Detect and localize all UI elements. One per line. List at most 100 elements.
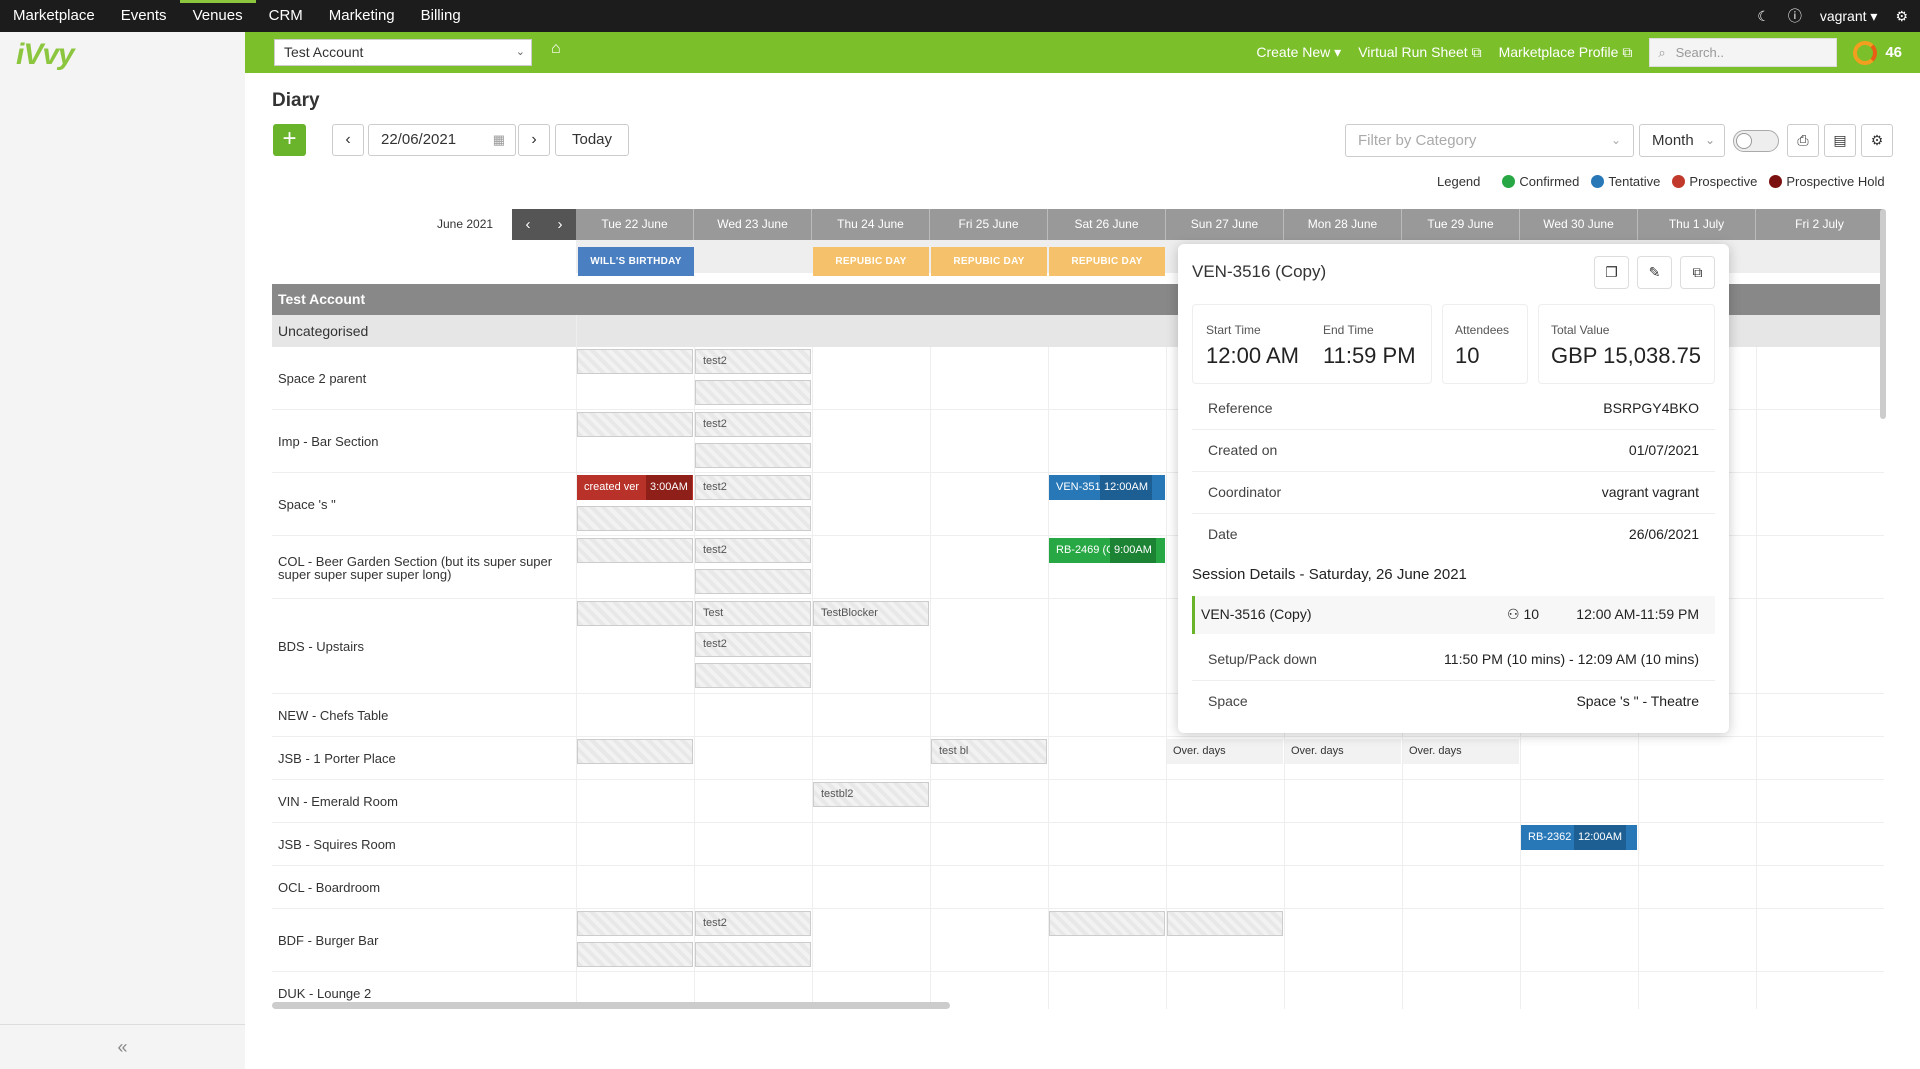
virtual-run-sheet-link[interactable]: Virtual Run Sheet ⧉ <box>1358 44 1481 61</box>
blocker[interactable] <box>577 911 693 936</box>
legend-item: Confirmed <box>1502 174 1579 189</box>
session-row[interactable]: VEN-3516 (Copy) ⚇ 10 12:00 AM-11:59 PM <box>1192 596 1715 634</box>
blocker[interactable] <box>577 506 693 531</box>
user-menu[interactable]: vagrant ▾ <box>1820 8 1878 25</box>
blocker[interactable]: testbl2 <box>813 782 929 807</box>
print-button[interactable]: ⎙ <box>1787 124 1819 157</box>
space-label[interactable]: COL - Beer Garden Section (but its super… <box>278 555 568 581</box>
prev-date-button[interactable]: ‹ <box>332 124 364 156</box>
nav-crm[interactable]: CRM <box>256 0 316 32</box>
blocker[interactable] <box>577 942 693 967</box>
create-new-menu[interactable]: Create New ▾ <box>1256 44 1341 61</box>
event-block[interactable]: created ver 3:00AM <box>577 475 693 500</box>
time-card: Start Time 12:00 AM End Time 11:59 PM <box>1192 304 1432 384</box>
view-toggle[interactable] <box>1733 130 1779 152</box>
edit-button[interactable]: ✎ <box>1637 256 1672 289</box>
external-link-icon: ⧉ <box>1471 44 1482 60</box>
blocker[interactable] <box>695 942 811 967</box>
blocker[interactable]: TestBlocker <box>813 601 929 626</box>
space-label[interactable]: NEW - Chefs Table <box>278 709 568 722</box>
holiday-badge[interactable]: WILL'S BIRTHDAY <box>578 247 694 276</box>
detail-value: vagrant vagrant <box>1601 484 1699 500</box>
copy-button[interactable]: ❐ <box>1594 256 1629 289</box>
chevron-left-icon[interactable]: ‹ <box>526 216 531 233</box>
blocker[interactable] <box>695 380 811 405</box>
blocker[interactable] <box>695 663 811 688</box>
moon-icon[interactable]: ☾ <box>1757 8 1770 25</box>
logo[interactable]: iVvy <box>16 38 75 72</box>
event-time: 12:00AM <box>1100 475 1153 500</box>
settings-button[interactable]: ⚙ <box>1861 124 1893 157</box>
blocker[interactable] <box>577 601 693 626</box>
space-label[interactable]: Imp - Bar Section <box>278 435 568 448</box>
category-filter[interactable]: Filter by Category ⌄ <box>1345 124 1634 157</box>
blocker[interactable]: test2 <box>695 538 811 563</box>
space-label[interactable]: DUK - Lounge 2 <box>278 987 568 1000</box>
open-external-button[interactable]: ⧉ <box>1680 256 1715 289</box>
nav-events[interactable]: Events <box>108 0 180 32</box>
info-icon[interactable]: ⓘ <box>1788 6 1802 26</box>
blocker[interactable] <box>577 538 693 563</box>
blocker[interactable] <box>1049 911 1165 936</box>
view-select[interactable]: Month ⌄ <box>1639 124 1725 157</box>
detail-row: Date 26/06/2021 <box>1192 514 1715 556</box>
day-header: Fri 2 July <box>1756 209 1884 240</box>
vertical-scrollbar[interactable] <box>1880 209 1886 419</box>
space-label[interactable]: Space 's " <box>278 498 568 511</box>
account-select[interactable]: Test Account ⌄ <box>274 39 532 66</box>
progress-badge[interactable]: 46 <box>1853 40 1902 65</box>
date-input[interactable]: 22/06/2021 ▦ <box>368 124 516 156</box>
space-label[interactable]: JSB - 1 Porter Place <box>278 752 568 765</box>
blocker[interactable] <box>695 506 811 531</box>
legend-label: Legend <box>1437 174 1481 189</box>
start-time-value: 12:00 AM <box>1206 343 1299 368</box>
holiday-badge[interactable]: REPUBIC DAY <box>1049 247 1165 276</box>
legend-item-label: Tentative <box>1608 174 1661 189</box>
space-label[interactable]: VIN - Emerald Room <box>278 795 568 808</box>
collapse-sidebar-button[interactable]: « <box>0 1024 245 1069</box>
holiday-badge[interactable]: REPUBIC DAY <box>813 247 929 276</box>
blocker[interactable] <box>695 443 811 468</box>
next-date-button[interactable]: › <box>518 124 550 156</box>
blocker[interactable]: test2 <box>695 911 811 936</box>
blocker[interactable]: test2 <box>695 475 811 500</box>
diary-toolbar: + ‹ 22/06/2021 ▦ › Today Filter by Catego… <box>273 124 1893 157</box>
space-label[interactable]: BDF - Burger Bar <box>278 934 568 947</box>
nav-marketplace[interactable]: Marketplace <box>0 0 108 32</box>
view-select-value: Month <box>1652 132 1694 149</box>
attendees-value: 10 <box>1455 343 1480 368</box>
blocker[interactable]: test2 <box>695 349 811 374</box>
gear-icon[interactable]: ⚙ <box>1895 8 1908 25</box>
marketplace-profile-link[interactable]: Marketplace Profile ⧉ <box>1499 44 1633 61</box>
blocker[interactable]: test bl <box>931 739 1047 764</box>
blocker[interactable]: test2 <box>695 632 811 657</box>
blocker[interactable]: Test <box>695 601 811 626</box>
holiday-badge[interactable]: REPUBIC DAY <box>931 247 1047 276</box>
nav-venues[interactable]: Venues <box>179 0 256 32</box>
event-block[interactable]: RB-2469 (Copy)9:00AM <box>1049 538 1165 563</box>
horizontal-scrollbar[interactable] <box>272 1002 950 1009</box>
home-icon[interactable]: ⌂ <box>551 40 561 58</box>
space-label[interactable]: Space 2 parent <box>278 372 568 385</box>
nav-billing[interactable]: Billing <box>408 0 474 32</box>
blocker[interactable] <box>577 412 693 437</box>
blocker[interactable] <box>1167 911 1283 936</box>
today-button[interactable]: Today <box>555 124 629 156</box>
blocker[interactable]: test2 <box>695 412 811 437</box>
external-link-icon: ⧉ <box>1692 264 1703 280</box>
space-row: JSB - Squires Room <box>272 823 1884 866</box>
blocker[interactable] <box>577 739 693 764</box>
space-label[interactable]: OCL - Boardroom <box>278 881 568 894</box>
search-input[interactable]: ⌕ Search.. <box>1649 38 1838 67</box>
event-block[interactable]: VEN-3516 (Copy)12:00AM <box>1049 475 1165 500</box>
add-button[interactable]: + <box>273 124 306 156</box>
blocker[interactable] <box>695 569 811 594</box>
export-button[interactable]: ▤ <box>1824 124 1856 157</box>
space-label[interactable]: JSB - Squires Room <box>278 838 568 851</box>
blocker[interactable] <box>577 349 693 374</box>
nav-marketing[interactable]: Marketing <box>316 0 408 32</box>
chevron-right-icon[interactable]: › <box>558 216 563 233</box>
event-block[interactable]: RB-2362 12:00AM <box>1521 825 1637 850</box>
space-label[interactable]: BDS - Upstairs <box>278 640 568 653</box>
detail-value: 26/06/2021 <box>1628 526 1699 542</box>
